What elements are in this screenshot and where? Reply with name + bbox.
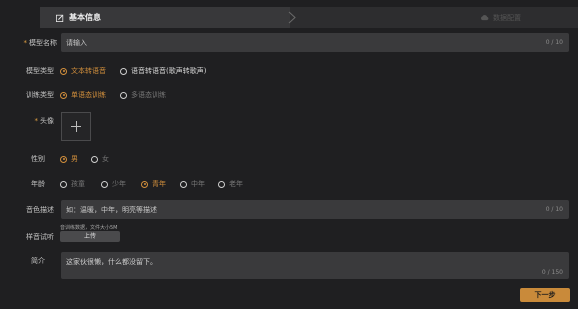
radio-dot <box>180 180 187 188</box>
step-bar: 基本信息 数据配置 <box>40 7 578 28</box>
upload-hint: 音训练数据，文件大小5M <box>60 225 118 231</box>
next-step-button[interactable]: 下一步 <box>520 288 570 302</box>
age-group: 孩童 少年 青年 中年 老年 <box>60 179 254 189</box>
model-name-count: 0 / 10 <box>545 39 563 46</box>
age-option-middle[interactable]: 中年 <box>180 179 205 189</box>
model-name-placeholder: 请输入 <box>66 39 87 47</box>
avatar-upload-button[interactable] <box>61 112 91 141</box>
age-label: 年龄 <box>31 180 45 188</box>
timbre-placeholder: 如：温暖，中年，明亮等描述 <box>66 206 157 214</box>
step-data-config[interactable]: 数据配置 <box>480 7 521 28</box>
model-name-label: * 模型名称 <box>23 39 58 47</box>
age-option-child[interactable]: 孩童 <box>60 179 85 189</box>
required-mark: * <box>34 117 39 125</box>
timbre-label: 音色描述 <box>26 206 54 214</box>
radio-dot <box>60 67 67 75</box>
intro-text: 这家伙很懒，什么都没留下。 <box>66 258 157 266</box>
gender-option-male[interactable]: 男 <box>60 154 78 164</box>
upload-button[interactable]: 上传 <box>60 231 120 242</box>
radio-dot <box>60 155 67 163</box>
radio-dot <box>60 91 67 99</box>
age-option-teen[interactable]: 少年 <box>101 179 126 189</box>
cloud-icon <box>480 15 489 21</box>
train-type-group: 单语态训练 多语态训练 <box>60 90 177 100</box>
timbre-input[interactable]: 如：温暖，中年，明亮等描述 0 / 10 <box>61 200 569 219</box>
avatar-label: * 头像 <box>34 117 55 125</box>
sample-audio-label: 样音试听 <box>26 233 54 241</box>
radio-dot <box>141 180 148 188</box>
gender-option-female[interactable]: 女 <box>91 154 109 164</box>
intro-count: 0 / 150 <box>541 269 563 276</box>
step-basic-info-label: 基本信息 <box>69 13 101 22</box>
train-type-option-multi[interactable]: 多语态训练 <box>120 90 166 100</box>
radio-dot <box>91 155 98 163</box>
intro-label: 简介 <box>31 257 45 265</box>
model-type-option-tts[interactable]: 文本转语音 <box>60 66 106 76</box>
gender-label: 性别 <box>31 155 45 163</box>
age-option-young[interactable]: 青年 <box>141 179 166 189</box>
radio-dot <box>218 180 225 188</box>
radio-dot <box>101 180 108 188</box>
required-mark: * <box>23 39 28 47</box>
radio-dot <box>120 67 127 75</box>
age-option-old[interactable]: 老年 <box>218 179 243 189</box>
step-basic-info[interactable]: 基本信息 <box>40 7 290 28</box>
chevron-right-icon <box>288 11 296 24</box>
timbre-count: 0 / 10 <box>545 206 563 213</box>
radio-dot <box>60 180 67 188</box>
model-name-input[interactable]: 请输入 0 / 10 <box>61 33 569 52</box>
model-type-option-vc[interactable]: 语音转语音(歌声转歌声) <box>120 66 206 76</box>
model-type-group: 文本转语音 语音转语音(歌声转歌声) <box>60 66 217 76</box>
train-type-option-single[interactable]: 单语态训练 <box>60 90 106 100</box>
gender-group: 男 女 <box>60 154 120 164</box>
train-type-label: 训练类型 <box>26 91 54 99</box>
intro-textarea[interactable]: 这家伙很懒，什么都没留下。 0 / 150 <box>61 252 569 279</box>
step-data-config-label: 数据配置 <box>493 13 521 22</box>
model-type-label: 模型类型 <box>26 67 54 75</box>
radio-dot <box>120 91 127 99</box>
edit-icon <box>56 14 64 22</box>
